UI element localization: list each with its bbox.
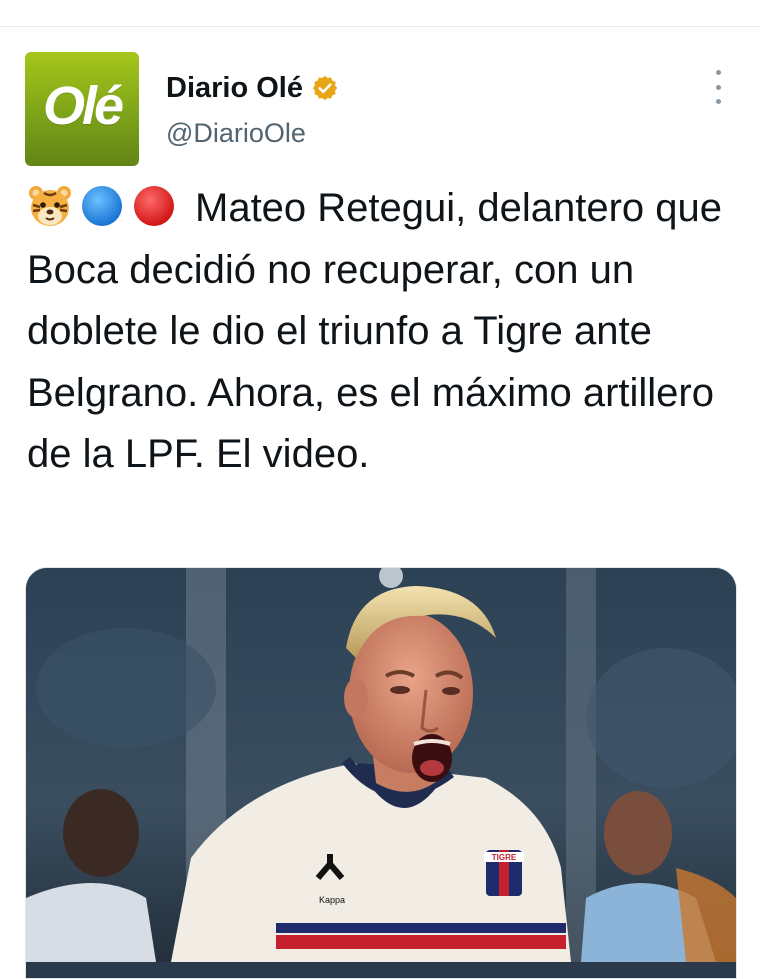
emoji-group [27, 183, 183, 229]
avatar-logo-text: Olé [42, 76, 124, 136]
display-name[interactable]: Diario Olé [166, 72, 303, 105]
tweet[interactable]: Olé Diario Olé @DiarioOle Mateo Retegui,… [0, 0, 760, 979]
svg-text:TIGRE: TIGRE [492, 853, 517, 862]
handle[interactable]: @DiarioOle [166, 118, 306, 149]
svg-text:Kappa: Kappa [319, 895, 345, 905]
more-options-icon[interactable] [706, 70, 730, 104]
tweet-body-text: Mateo Retegui, delantero que Boca decidi… [27, 186, 723, 476]
tiger-face-icon [27, 183, 73, 229]
tweet-text: Mateo Retegui, delantero que Boca decidi… [27, 178, 742, 486]
avatar[interactable]: Olé [25, 52, 139, 166]
blue-circle-icon [79, 183, 125, 229]
author-name-row[interactable]: Diario Olé [166, 70, 339, 106]
red-circle-icon [131, 183, 177, 229]
tweet-media-photo[interactable]: TIGRE Kappa [25, 567, 737, 979]
verified-badge-icon [311, 74, 339, 102]
